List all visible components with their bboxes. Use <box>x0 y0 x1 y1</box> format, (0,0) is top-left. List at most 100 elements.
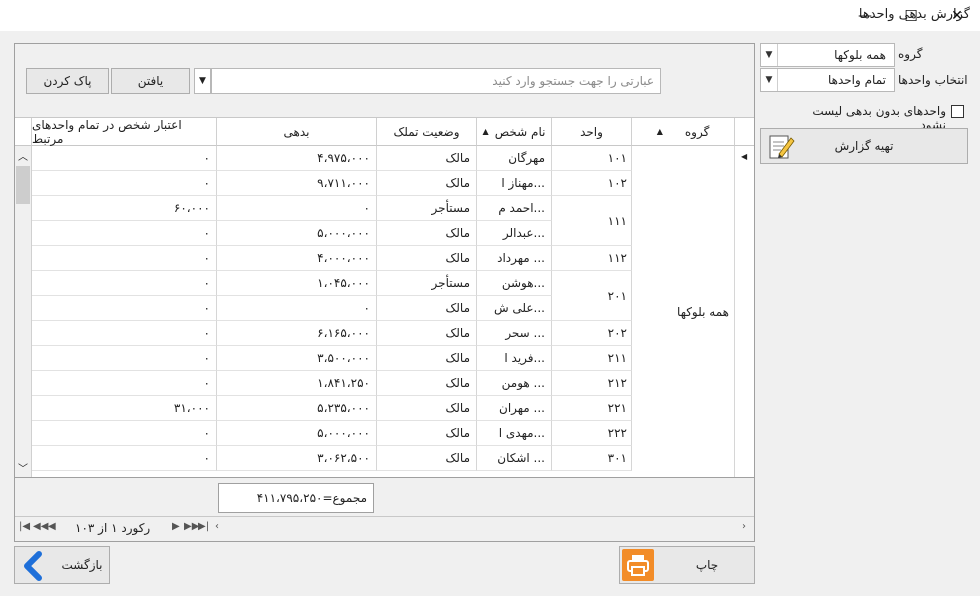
column-header-debt[interactable]: بدهی <box>217 118 377 146</box>
cell-credit[interactable]: ۰ <box>32 321 217 346</box>
cell-person[interactable]: مهدی ا... <box>477 421 552 446</box>
cell-unit[interactable]: ۱۰۲ <box>552 171 632 196</box>
cell-credit[interactable]: ۰ <box>32 346 217 371</box>
maximize-button[interactable]: ☐ <box>888 0 934 31</box>
cell-ownership[interactable]: مالک <box>377 246 477 271</box>
prepare-report-label: تهیه گزارش <box>834 139 894 153</box>
cell-credit[interactable]: ۰ <box>32 146 217 171</box>
total-summary: مجموع=۴۱۱،۷۹۵،۲۵۰ <box>218 483 374 513</box>
cell-credit[interactable]: ۰ <box>32 221 217 246</box>
cell-debt[interactable]: ۰ <box>217 296 377 321</box>
cell-debt[interactable]: ۱،۸۴۱،۲۵۰ <box>217 371 377 396</box>
chevron-down-icon[interactable]: ▼ <box>761 44 778 66</box>
cell-ownership[interactable]: مالک <box>377 321 477 346</box>
cell-debt[interactable]: ۳،۰۶۲،۵۰۰ <box>217 446 377 471</box>
cell-ownership[interactable]: مالک <box>377 221 477 246</box>
cell-person[interactable]: مهران ... <box>477 396 552 421</box>
cell-unit[interactable]: ۱۱۲ <box>552 246 632 271</box>
find-button[interactable]: یافتن <box>111 68 190 94</box>
cell-ownership[interactable]: مالک <box>377 346 477 371</box>
cell-ownership[interactable]: مالک <box>377 396 477 421</box>
search-input[interactable] <box>230 69 660 93</box>
chevron-right-icon[interactable]: › <box>742 521 746 532</box>
record-position: رکورد ۱ از ۱۰۳ <box>75 521 151 535</box>
cell-ownership[interactable]: مالک <box>377 446 477 471</box>
cell-debt[interactable]: ۰ <box>217 196 377 221</box>
chevron-up-icon[interactable]: ︿ <box>18 148 28 163</box>
cell-person[interactable]: مهرگان <box>477 146 552 171</box>
cell-debt[interactable]: ۴،۹۷۵،۰۰۰ <box>217 146 377 171</box>
cell-person[interactable]: مهناز ا... <box>477 171 552 196</box>
prev-page-icon[interactable]: ◀◀ <box>33 521 48 532</box>
prepare-report-button[interactable]: تهیه گزارش <box>760 128 968 164</box>
cell-person[interactable]: مهرداد ... <box>477 246 552 271</box>
cell-debt[interactable]: ۵،۰۰۰،۰۰۰ <box>217 221 377 246</box>
cell-person[interactable]: احمد م... <box>477 196 552 221</box>
search-box[interactable] <box>211 68 661 94</box>
first-record-icon[interactable]: |◀ <box>19 521 30 532</box>
cell-credit[interactable]: ۳۱،۰۰۰ <box>32 396 217 421</box>
close-button[interactable]: ✕ <box>934 0 980 31</box>
cell-credit[interactable]: ۰ <box>32 171 217 196</box>
cell-person[interactable]: فرید ا... <box>477 346 552 371</box>
print-button[interactable]: چاپ <box>619 546 755 584</box>
scroll-thumb[interactable] <box>16 166 30 204</box>
cell-ownership[interactable]: مالک <box>377 296 477 321</box>
cell-person[interactable]: علی ش... <box>477 296 552 321</box>
minimize-button[interactable]: — <box>842 0 888 31</box>
cell-credit[interactable]: ۰ <box>32 421 217 446</box>
cell-debt[interactable]: ۳،۵۰۰،۰۰۰ <box>217 346 377 371</box>
cell-unit[interactable]: ۲۰۱ <box>552 271 632 321</box>
cell-ownership[interactable]: مالک <box>377 171 477 196</box>
prev-record-icon[interactable]: ◀ <box>48 521 56 532</box>
cell-ownership[interactable]: مالک <box>377 421 477 446</box>
cell-ownership[interactable]: مستأجر <box>377 271 477 296</box>
cell-debt[interactable]: ۵،۰۰۰،۰۰۰ <box>217 421 377 446</box>
back-button[interactable]: بازگشت <box>14 546 110 584</box>
cell-ownership[interactable]: مستأجر <box>377 196 477 221</box>
cell-person[interactable]: عبدالر... <box>477 221 552 246</box>
group-combo[interactable]: ▼ همه بلوکها <box>760 43 895 67</box>
cell-debt[interactable]: ۱،۰۴۵،۰۰۰ <box>217 271 377 296</box>
cell-unit[interactable]: ۳۰۱ <box>552 446 632 471</box>
cell-unit[interactable]: ۲۱۲ <box>552 371 632 396</box>
cell-credit[interactable]: ۰ <box>32 296 217 321</box>
cell-credit[interactable]: ۰ <box>32 371 217 396</box>
units-combo[interactable]: ▼ تمام واحدها <box>760 68 895 92</box>
cell-unit[interactable]: ۲۲۲ <box>552 421 632 446</box>
cell-unit[interactable]: ۲۲۱ <box>552 396 632 421</box>
no-debt-checkbox[interactable] <box>951 105 964 118</box>
cell-credit[interactable]: ۶۰،۰۰۰ <box>32 196 217 221</box>
cell-debt[interactable]: ۹،۷۱۱،۰۰۰ <box>217 171 377 196</box>
cell-unit[interactable]: ۱۰۱ <box>552 146 632 171</box>
column-header-ownership[interactable]: وضعیت تملک <box>377 118 477 146</box>
column-header-credit[interactable]: اعتبار شخص در تمام واحدهای مرتبط <box>32 118 217 146</box>
cell-debt[interactable]: ۴،۰۰۰،۰۰۰ <box>217 246 377 271</box>
chevron-left-icon[interactable]: ‹ <box>215 521 219 532</box>
chevron-down-icon[interactable]: ▼ <box>194 68 211 94</box>
chevron-down-icon[interactable]: ﹀ <box>18 460 28 475</box>
column-header-person[interactable]: ▲ نام شخص <box>477 118 552 146</box>
cell-credit[interactable]: ۰ <box>32 246 217 271</box>
cell-credit[interactable]: ۰ <box>32 446 217 471</box>
column-header-unit[interactable]: واحد <box>552 118 632 146</box>
cell-person[interactable]: اشکان ... <box>477 446 552 471</box>
cell-person[interactable]: هومن ... <box>477 371 552 396</box>
next-record-icon[interactable]: ▶ <box>172 521 180 532</box>
last-record-icon[interactable]: ▶| <box>198 521 209 532</box>
vertical-scrollbar[interactable]: ︿ ﹀ <box>15 146 32 477</box>
cell-unit[interactable]: ۲۰۲ <box>552 321 632 346</box>
cell-credit[interactable]: ۰ <box>32 271 217 296</box>
clear-button[interactable]: پاک کردن <box>26 68 109 94</box>
cell-debt[interactable]: ۵،۲۳۵،۰۰۰ <box>217 396 377 421</box>
column-header-group[interactable]: ▲ گروه <box>632 118 735 146</box>
cell-person[interactable]: هوشن... <box>477 271 552 296</box>
cell-unit[interactable]: ۲۱۱ <box>552 346 632 371</box>
cell-person[interactable]: سحر ... <box>477 321 552 346</box>
cell-debt[interactable]: ۶،۱۶۵،۰۰۰ <box>217 321 377 346</box>
cell-unit[interactable]: ۱۱۱ <box>552 196 632 246</box>
cell-group[interactable]: همه بلوکها <box>632 146 735 477</box>
chevron-down-icon[interactable]: ▼ <box>761 69 778 91</box>
cell-ownership[interactable]: مالک <box>377 146 477 171</box>
cell-ownership[interactable]: مالک <box>377 371 477 396</box>
